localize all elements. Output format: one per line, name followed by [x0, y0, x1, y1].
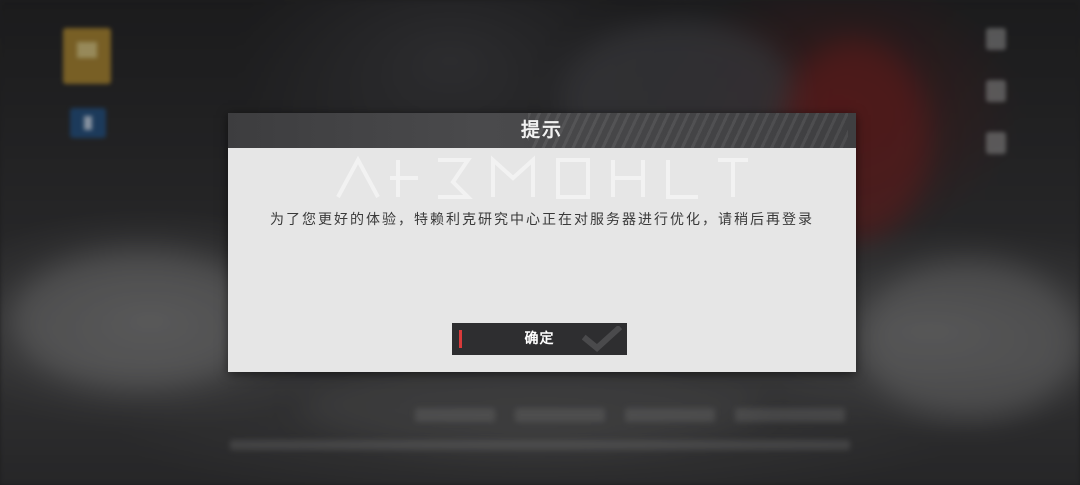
game-screen: 提示 为了您更好的体验，特赖利克研究中心正在对服务器进行优化，请稍后再登录 确定 — [0, 0, 1080, 485]
watermark-glyphs — [336, 155, 748, 199]
dialog-message: 为了您更好的体验，特赖利克研究中心正在对服务器进行优化，请稍后再登录 — [270, 212, 814, 228]
dialog-title: 提示 — [520, 119, 563, 141]
dialog-body: 为了您更好的体验，特赖利克研究中心正在对服务器进行优化，请稍后再登录 确定 — [228, 148, 856, 372]
dialog-header: 提示 — [228, 113, 856, 148]
confirm-label: 确定 — [524, 331, 555, 347]
confirm-button[interactable]: 确定 — [452, 323, 627, 355]
notice-dialog: 提示 为了您更好的体验，特赖利克研究中心正在对服务器进行优化，请稍后再登录 确定 — [228, 113, 856, 372]
